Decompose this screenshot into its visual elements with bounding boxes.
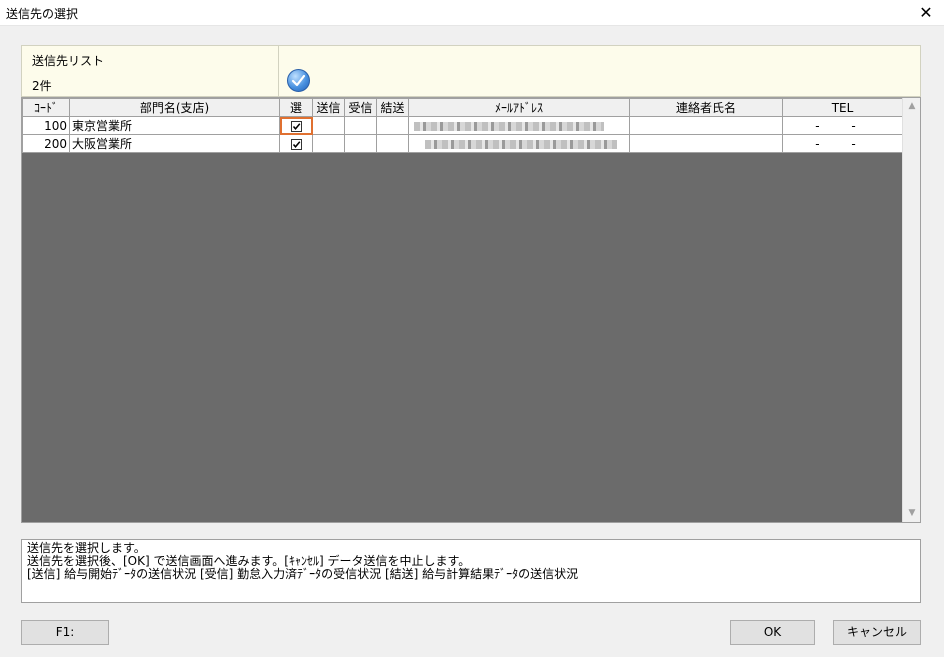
column-header-result-send[interactable]: 結送 [376,98,409,117]
column-header-receive[interactable]: 受信 [344,98,377,117]
list-header-info: 送信先リスト 2件 [22,46,279,98]
cell-email[interactable] [408,134,630,153]
column-header-select[interactable]: 選 [279,98,313,117]
help-message: 送信先を選択します。 送信先を選択後、[OK] で送信画面へ進みます。[ｷｬﾝｾ… [21,539,921,603]
close-icon[interactable]: ✕ [912,0,940,26]
cancel-button[interactable]: キャンセル [833,620,921,645]
cell-email[interactable] [408,116,630,135]
select-checkbox[interactable] [290,121,302,132]
vertical-scrollbar[interactable]: ▲ ▼ [902,98,920,522]
cell-send [312,116,345,135]
select-checkbox[interactable] [290,139,302,150]
cell-department[interactable]: 東京営業所 [69,116,280,135]
list-title: 送信先リスト [32,54,105,68]
cell-contact[interactable] [629,134,783,153]
redacted-email [414,121,604,131]
column-header-tel[interactable]: TEL [782,98,903,117]
title-bar: 送信先の選択 ✕ [0,0,944,26]
cell-contact[interactable] [629,116,783,135]
window-title: 送信先の選択 [6,7,79,21]
destination-grid: ｺｰﾄﾞ 部門名(支店) 選 送信 受信 結送 ﾒｰﾙｱﾄﾞﾚｽ 連絡者氏名 T… [21,97,921,523]
cell-send [312,134,345,153]
table-row[interactable]: 200 大阪営業所 - - [22,134,903,153]
scroll-up-icon[interactable]: ▲ [903,98,920,115]
help-line: [送信] 給与開始ﾃﾞｰﾀの送信状況 [受信] 勤怠入力済ﾃﾞｰﾀの受信状況 [… [27,567,579,581]
column-header-contact[interactable]: 連絡者氏名 [629,98,783,117]
cell-result-send [376,134,409,153]
ok-button[interactable]: OK [730,620,815,645]
cell-receive [344,134,377,153]
record-count: 2件 [32,79,52,93]
cell-result-send [376,116,409,135]
cell-select[interactable] [279,116,313,135]
column-header-send[interactable]: 送信 [312,98,345,117]
redacted-email [425,139,617,149]
cell-select[interactable] [279,134,313,153]
scroll-down-icon[interactable]: ▼ [903,505,920,522]
cell-receive [344,116,377,135]
cell-tel[interactable]: - - [782,134,903,153]
f1-button[interactable]: F1: [21,620,109,645]
column-header-email[interactable]: ﾒｰﾙｱﾄﾞﾚｽ [408,98,630,117]
column-header-department[interactable]: 部門名(支店) [69,98,280,117]
table-header-row: ｺｰﾄﾞ 部門名(支店) 選 送信 受信 結送 ﾒｰﾙｱﾄﾞﾚｽ 連絡者氏名 T… [22,98,903,117]
list-header: 送信先リスト 2件 [21,45,921,98]
column-header-code[interactable]: ｺｰﾄﾞ [22,98,70,117]
cell-department[interactable]: 大阪営業所 [69,134,280,153]
table-row[interactable]: 100 東京営業所 - - [22,116,903,135]
destination-table: ｺｰﾄﾞ 部門名(支店) 選 送信 受信 結送 ﾒｰﾙｱﾄﾞﾚｽ 連絡者氏名 T… [22,98,903,153]
cell-tel[interactable]: - - [782,116,903,135]
cell-code[interactable]: 200 [22,134,70,153]
dialog-body: 送信先リスト 2件 ｺｰﾄﾞ 部門名(支店) 選 送信 受信 結送 ﾒｰﾙｱﾄﾞ… [0,26,944,657]
check-circle-icon[interactable] [287,69,310,92]
cell-code[interactable]: 100 [22,116,70,135]
